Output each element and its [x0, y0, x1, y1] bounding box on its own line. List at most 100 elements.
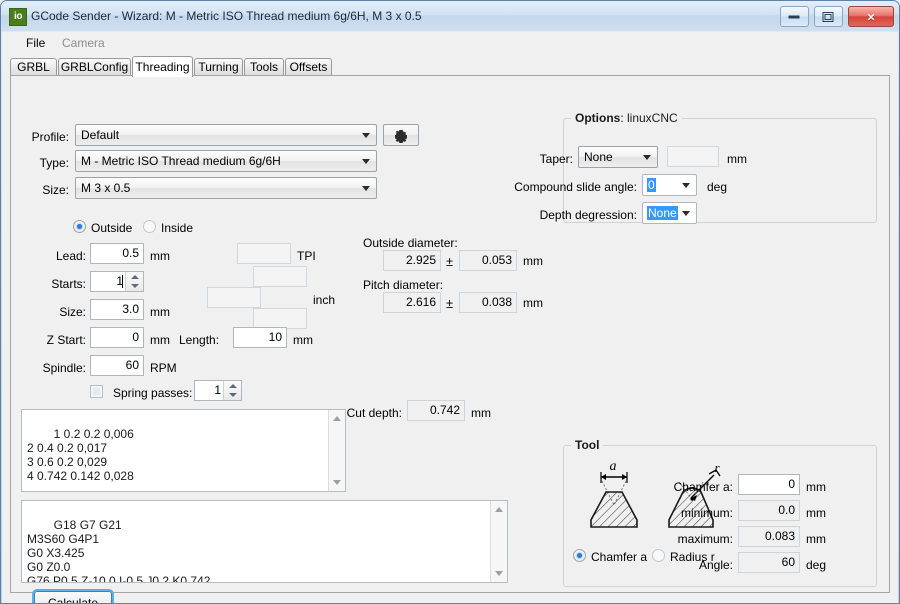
- length-label: Length:: [179, 333, 220, 347]
- calculate-button[interactable]: Calculate: [32, 589, 114, 603]
- spinner-down-icon[interactable]: [130, 284, 139, 288]
- zstart-input[interactable]: 0: [90, 327, 144, 348]
- inch-input-bottom[interactable]: [253, 308, 307, 329]
- spinner-up-icon[interactable]: [228, 384, 237, 388]
- spring-passes-spinner[interactable]: 1: [194, 380, 242, 401]
- angle-value: 60: [738, 552, 800, 573]
- minimum-unit: mm: [806, 506, 826, 520]
- profile-combo[interactable]: Default: [75, 124, 377, 146]
- inch-input-top[interactable]: [253, 266, 307, 287]
- radio-chamfer-a-label: Chamfer a: [591, 550, 648, 564]
- angle-label: Angle:: [698, 558, 733, 572]
- depth-degression-combo[interactable]: None: [642, 202, 697, 224]
- scroll-down-icon[interactable]: [495, 571, 503, 576]
- compound-angle-label: Compound slide angle:: [514, 180, 637, 194]
- minimum-label: minimum:: [680, 506, 733, 520]
- lead-label: Lead:: [55, 249, 86, 263]
- starts-spinner[interactable]: 1: [90, 271, 144, 292]
- gcode-scrollbar[interactable]: [490, 501, 507, 582]
- application-window: io GCode Sender - Wizard: M - Metric ISO…: [0, 0, 900, 604]
- spring-passes-label: Spring passes:: [113, 386, 193, 400]
- compound-angle-combo[interactable]: 0: [642, 174, 697, 196]
- spindle-input[interactable]: 60: [90, 355, 144, 376]
- compound-angle-unit: deg: [707, 180, 728, 194]
- gear-icon: [395, 130, 407, 143]
- title-bar: io GCode Sender - Wizard: M - Metric ISO…: [1, 1, 899, 31]
- starts-label: Starts:: [51, 277, 86, 291]
- minimum-value: 0.0: [738, 500, 800, 521]
- taper-combo[interactable]: None: [578, 146, 658, 168]
- maximize-button[interactable]: [813, 6, 843, 27]
- outside-plusminus: ±: [446, 254, 454, 269]
- starts-spinner-value: 1: [116, 274, 123, 288]
- chamfer-a-unit: mm: [806, 480, 826, 494]
- taper-label: Taper:: [539, 152, 573, 166]
- length-unit: mm: [293, 333, 313, 347]
- length-input[interactable]: 10: [233, 327, 287, 348]
- minimize-button[interactable]: [779, 6, 809, 27]
- size-num-input[interactable]: 3.0: [90, 299, 144, 320]
- menu-item-file[interactable]: File: [20, 36, 51, 51]
- chevron-down-icon: [643, 155, 651, 160]
- radio-outside[interactable]: [73, 220, 86, 233]
- starts-spinner-buttons[interactable]: [125, 272, 143, 291]
- passes-textarea[interactable]: 1 0.2 0.2 0,006 2 0.4 0.2 0,017 3 0.6 0.…: [21, 409, 346, 492]
- pitch-plusminus: ±: [446, 296, 454, 311]
- tab-offsets[interactable]: Offsets: [285, 58, 332, 76]
- spring-passes-checkbox[interactable]: [90, 385, 103, 398]
- spinner-down-icon[interactable]: [228, 393, 237, 397]
- depth-degression-label: Depth degression:: [539, 208, 637, 222]
- spring-spinner-buttons[interactable]: [223, 381, 241, 400]
- inch-input-left[interactable]: [207, 287, 261, 308]
- tab-grblconfig[interactable]: GRBLConfig: [58, 58, 131, 76]
- pitch-diameter-unit: mm: [523, 296, 543, 310]
- maximum-unit: mm: [806, 532, 826, 546]
- chevron-down-icon: [682, 183, 690, 188]
- tab-threading[interactable]: Threading: [132, 56, 193, 77]
- angle-unit: deg: [806, 558, 827, 572]
- scroll-up-icon[interactable]: [495, 507, 503, 512]
- tpi-input[interactable]: [237, 243, 291, 264]
- chevron-down-icon: [682, 211, 690, 216]
- radio-inside[interactable]: [143, 220, 156, 233]
- menu-item-camera[interactable]: Camera: [56, 36, 111, 51]
- taper-combo-value: None: [584, 150, 613, 164]
- maximum-label: maximum:: [677, 532, 733, 546]
- spinner-up-icon[interactable]: [130, 275, 139, 279]
- options-title-bold: Options: [575, 111, 621, 125]
- chevron-down-icon: [362, 186, 370, 191]
- profile-combo-value: Default: [81, 128, 120, 142]
- close-button[interactable]: ×: [848, 6, 894, 27]
- maximize-icon: [822, 11, 834, 22]
- pitch-diameter-value: 2.616: [383, 292, 441, 313]
- chamfer-a-input[interactable]: 0: [738, 474, 800, 495]
- gcode-textarea[interactable]: G18 G7 G21 M3S60 G4P1 G0 X3.425 G0 Z0.0 …: [21, 500, 508, 583]
- compound-angle-value: 0: [647, 178, 656, 192]
- outside-tolerance-value: 0.053: [459, 250, 517, 271]
- chevron-down-icon: [362, 133, 370, 138]
- radio-chamfer-a[interactable]: [573, 549, 586, 562]
- zstart-label: Z Start:: [46, 333, 86, 347]
- chamfer-tool-diagram: a: [590, 459, 638, 528]
- lead-input[interactable]: 0.5: [90, 243, 144, 264]
- passes-text: 1 0.2 0.2 0,006 2 0.4 0.2 0,017 3 0.6 0.…: [27, 427, 134, 483]
- taper-input[interactable]: [667, 146, 719, 167]
- profile-settings-button[interactable]: [383, 124, 419, 146]
- type-combo[interactable]: M - Metric ISO Thread medium 6g/6H: [75, 150, 377, 172]
- chamfer-a-label: Chamfer a:: [673, 480, 733, 494]
- tab-grbl[interactable]: GRBL: [10, 58, 57, 76]
- zstart-unit: mm: [150, 333, 170, 347]
- scroll-down-icon[interactable]: [333, 480, 341, 485]
- client-area: File Camera GRBL GRBLConfig Threading Tu…: [2, 31, 898, 603]
- pitch-tolerance-value: 0.038: [459, 292, 517, 313]
- size-combo[interactable]: M 3 x 0.5: [75, 177, 377, 199]
- threading-tab-page: Profile: Default Type: M - Metric ISO Th…: [10, 75, 890, 603]
- tab-turning[interactable]: Turning: [194, 58, 243, 76]
- options-groupbox-title: Options: linuxCNC: [571, 112, 682, 124]
- tab-tools[interactable]: Tools: [244, 58, 284, 76]
- scroll-up-icon[interactable]: [333, 416, 341, 421]
- pitch-diameter-label: Pitch diameter:: [363, 278, 444, 292]
- type-label: Type:: [39, 156, 69, 170]
- radio-outside-label: Outside: [91, 221, 133, 235]
- passes-scrollbar[interactable]: [328, 410, 345, 491]
